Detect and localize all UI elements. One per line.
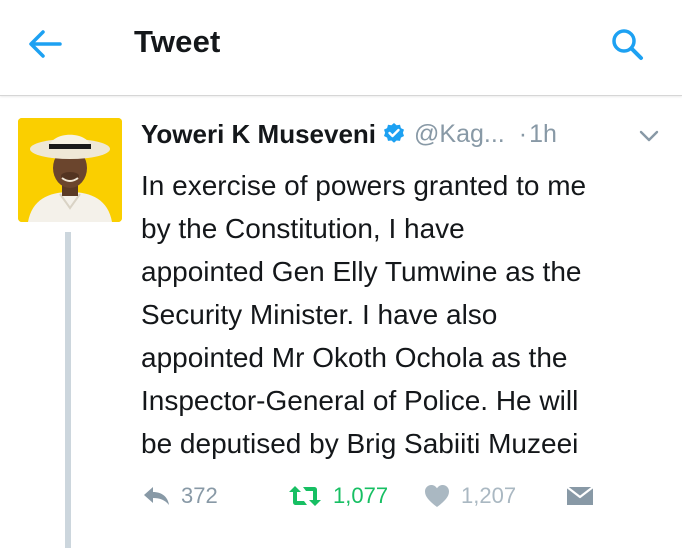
retweet-button[interactable]: 1,077: [287, 478, 388, 514]
avatar[interactable]: [18, 118, 122, 222]
envelope-icon: [566, 486, 594, 505]
tweet-text-line: be deputised by Brig Sabiiti Muzeei: [141, 428, 579, 459]
tweet-text: In exercise of powers granted to me by t…: [141, 164, 671, 465]
tweet-actions: 372 1,077 1,207: [141, 478, 661, 514]
heart-icon: [425, 485, 449, 507]
search-button[interactable]: [604, 22, 650, 66]
back-arrow-icon: [29, 30, 62, 58]
separator: ·: [518, 119, 528, 148]
more-options-button[interactable]: [638, 128, 660, 144]
timestamp: 1h: [529, 119, 557, 148]
tweet-header: Yoweri K Museveni @Kag... · 1h: [141, 114, 557, 154]
author-handle[interactable]: @Kag...: [414, 120, 505, 149]
page-title: Tweet: [134, 24, 221, 59]
reply-icon: [144, 487, 169, 505]
back-button[interactable]: [22, 24, 68, 64]
reply-button[interactable]: 372: [141, 478, 218, 514]
author-name[interactable]: Yoweri K Museveni: [141, 119, 376, 150]
direct-message-button[interactable]: [565, 478, 595, 514]
like-count: 1,207: [461, 483, 517, 508]
tweet-text-line: by the Constitution, I have: [141, 213, 465, 244]
reply-count: 372: [181, 483, 218, 508]
tweet-text-line: Security Minister. I have also: [141, 299, 498, 330]
tweet-text-line: Inspector-General of Police. He will: [141, 385, 579, 416]
thread-line: [65, 232, 71, 548]
tweet-text-line: appointed Mr Okoth Ochola as the: [141, 342, 568, 373]
chevron-down-icon: [639, 130, 659, 142]
search-icon: [612, 29, 643, 60]
top-bar: Tweet: [0, 0, 682, 96]
like-button[interactable]: 1,207: [423, 478, 516, 514]
tweet-text-line: appointed Gen Elly Tumwine as the: [141, 256, 582, 287]
profile-photo: [18, 118, 122, 222]
tweet-text-line: In exercise of powers granted to me: [141, 170, 587, 201]
retweet-count: 1,077: [333, 483, 389, 508]
verified-badge-icon: [382, 122, 406, 146]
retweet-icon: [289, 486, 321, 506]
